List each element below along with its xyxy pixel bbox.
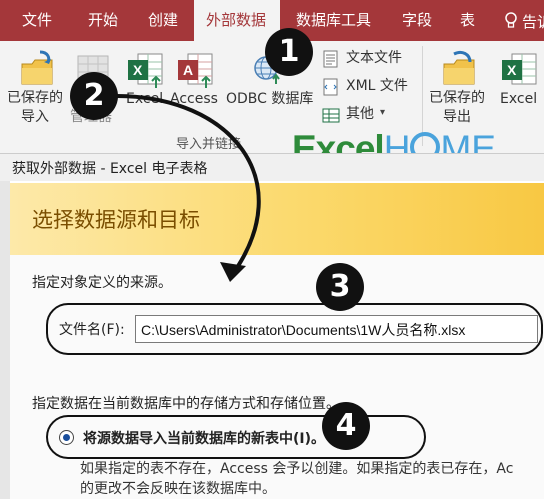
step-2-callout: 2 — [70, 72, 118, 120]
step-3-callout: 3 — [316, 263, 364, 311]
step-4-callout: 4 — [322, 402, 370, 450]
step-1-callout: 1 — [265, 28, 313, 76]
